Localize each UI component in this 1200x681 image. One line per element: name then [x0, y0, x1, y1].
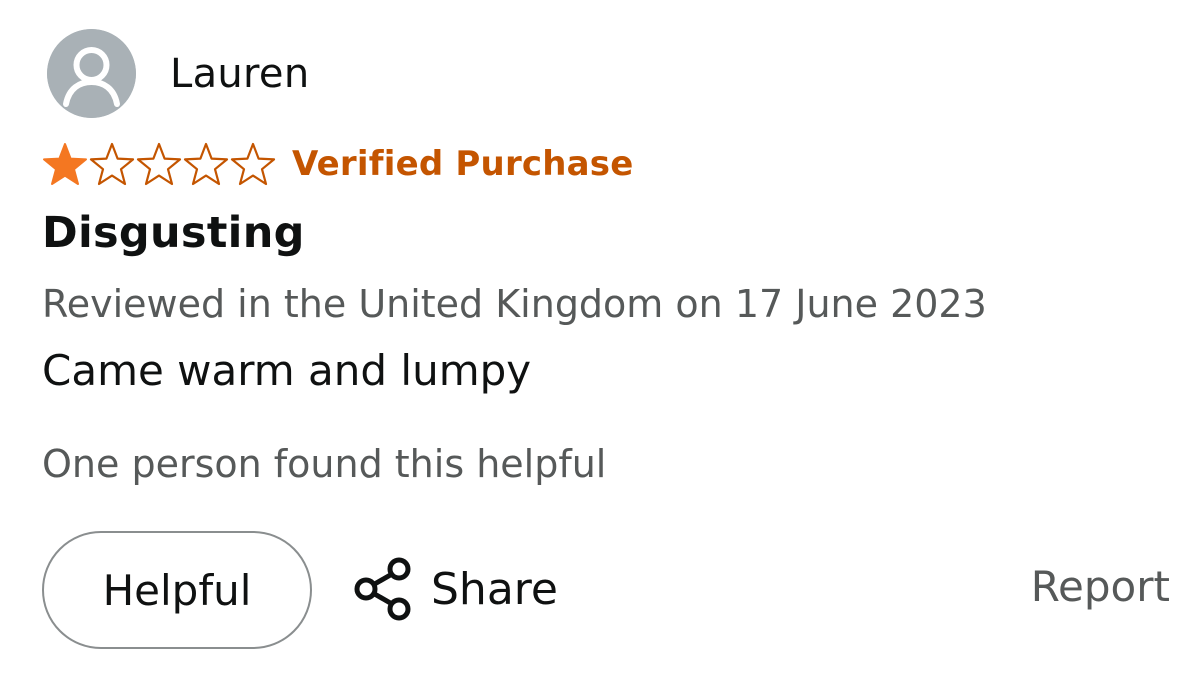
report-link[interactable]: Report [1031, 562, 1170, 611]
review-card: Lauren Verified Purchase Disgusting Revi… [0, 0, 1200, 681]
star-empty-icon [136, 142, 182, 186]
star-empty-icon [230, 142, 276, 186]
review-title: Disgusting [42, 208, 305, 258]
user-avatar-icon [47, 29, 136, 118]
star-rating [42, 141, 277, 187]
author-name: Lauren [170, 50, 310, 97]
share-icon [354, 557, 411, 621]
review-body: Came warm and lumpy [42, 346, 532, 395]
helpful-count: One person found this helpful [42, 442, 607, 486]
share-button[interactable]: Share [352, 556, 558, 622]
share-label: Share [431, 563, 558, 615]
verified-purchase-badge: Verified Purchase [292, 144, 634, 184]
helpful-button[interactable]: Helpful [42, 531, 312, 649]
rating-row: Verified Purchase [42, 140, 634, 188]
star-filled-icon [43, 143, 87, 185]
review-author: Lauren [47, 29, 309, 118]
star-empty-icon [89, 142, 135, 186]
star-empty-icon [183, 142, 229, 186]
review-date-location: Reviewed in the United Kingdom on 17 Jun… [42, 282, 987, 326]
